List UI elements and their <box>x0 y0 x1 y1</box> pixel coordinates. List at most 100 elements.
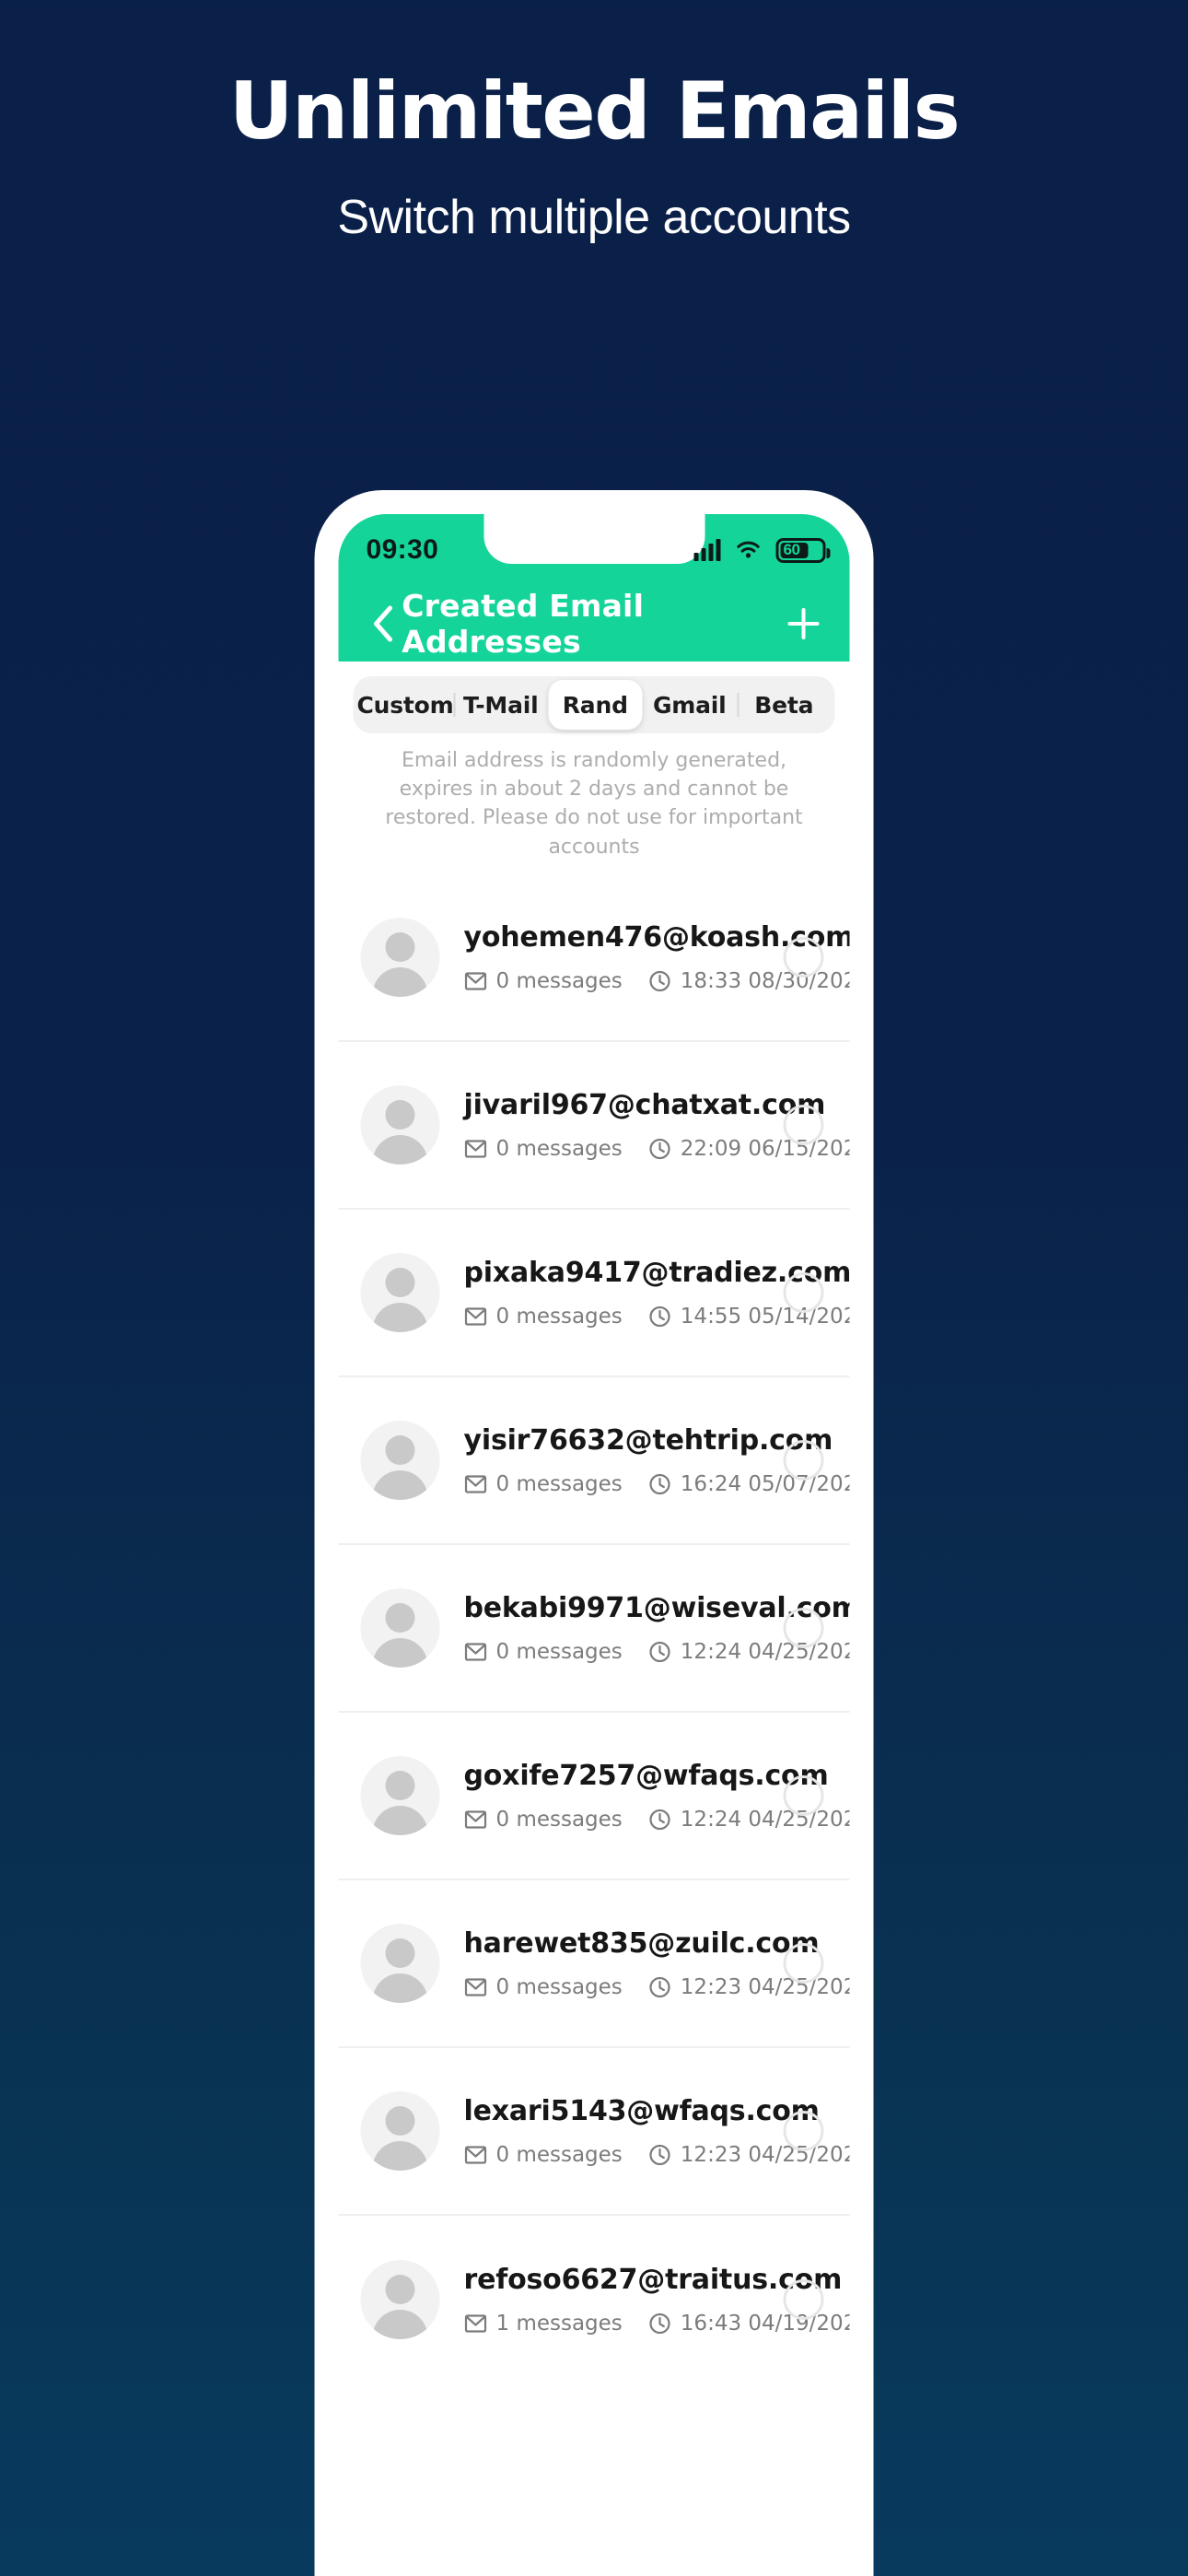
message-count-label: 0 messages <box>495 2142 623 2167</box>
tab-rand[interactable]: Rand <box>548 680 643 730</box>
message-count-label: 0 messages <box>495 1136 623 1161</box>
created-timestamp: 16:43 04/19/2023 <box>648 2312 850 2336</box>
email-address: jivaril967@chatxat.com <box>463 1088 826 1121</box>
radio-circle-icon[interactable] <box>783 2278 824 2320</box>
email-address: goxife7257@wfaqs.com <box>463 1759 829 1792</box>
status-bar: 09:30 60 <box>338 514 850 586</box>
timestamp-label: 14:55 05/14/2023 <box>680 1304 850 1329</box>
email-list-item[interactable]: pixaka9417@tradiez.com 0 messages 14:55 05… <box>338 1210 850 1377</box>
envelope-icon <box>464 1978 487 1996</box>
created-timestamp: 12:23 04/25/2023 <box>648 1975 850 1999</box>
avatar-placeholder-icon <box>360 1923 440 2003</box>
email-list[interactable]: yohemen476@koash.com 0 messages 18:33 08/3… <box>338 874 850 2576</box>
radio-circle-icon[interactable] <box>783 2110 824 2151</box>
timestamp-label: 22:09 06/15/2023 <box>680 1136 850 1161</box>
timestamp-label: 12:24 04/25/2023 <box>680 1807 850 1832</box>
email-list-item[interactable]: yohemen476@koash.com 0 messages 18:33 08/3… <box>338 874 850 1042</box>
email-address: harewet835@zuilc.com <box>463 1926 820 1960</box>
created-timestamp: 16:24 05/07/2023 <box>648 1472 850 1496</box>
message-count: 0 messages <box>464 1472 623 1496</box>
created-timestamp: 14:55 05/14/2023 <box>648 1305 850 1329</box>
tab-label: Rand <box>562 691 628 719</box>
tab-label: T-Mail <box>463 691 539 719</box>
tab-tmail[interactable]: T-Mail <box>453 680 549 730</box>
radio-circle-icon[interactable] <box>783 1104 824 1145</box>
email-row-meta: 0 messages 22:09 06/15/2023 <box>464 1137 850 1161</box>
battery-level: 60 <box>783 541 800 558</box>
email-row-body: refoso6627@traitus.com 1 messages 16:43 04… <box>440 2264 850 2336</box>
email-row-body: goxife7257@wfaqs.com 0 messages 12:24 04/2… <box>440 1759 850 1832</box>
tab-gmail[interactable]: Gmail <box>643 680 738 730</box>
status-bar-icons: 60 <box>693 537 831 563</box>
created-timestamp: 22:09 06/15/2023 <box>648 1137 850 1161</box>
avatar-placeholder-icon <box>360 1587 440 1668</box>
add-email-button[interactable] <box>785 603 822 645</box>
email-row-body: yohemen476@koash.com 0 messages 18:33 08/3… <box>440 921 850 993</box>
message-count: 0 messages <box>464 969 623 993</box>
email-row-body: bekabi9971@wiseval.com 0 messages 12:24 04… <box>440 1591 850 1664</box>
avatar-placeholder-icon <box>360 917 440 997</box>
radio-circle-icon[interactable] <box>783 1439 824 1481</box>
email-row-meta: 1 messages 16:43 04/19/2023 <box>464 2312 850 2336</box>
clock-icon <box>649 1306 670 1328</box>
phone-notch <box>483 514 705 564</box>
envelope-icon <box>464 1810 487 1829</box>
avatar-placeholder-icon <box>360 1252 440 1332</box>
timestamp-label: 16:24 05/07/2023 <box>680 1471 850 1496</box>
tab-beta[interactable]: Beta <box>737 680 832 730</box>
page-subtitle: Switch multiple accounts <box>337 190 851 244</box>
message-count-label: 0 messages <box>495 1974 623 1999</box>
email-row-meta: 0 messages 12:23 04/25/2023 <box>464 2142 850 2167</box>
clock-icon <box>649 2313 670 2335</box>
message-count: 0 messages <box>464 1305 623 1329</box>
radio-circle-icon[interactable] <box>783 1271 824 1313</box>
message-count: 0 messages <box>464 1808 623 1832</box>
email-row-body: pixaka9417@tradiez.com 0 messages 14:55 05… <box>440 1257 850 1329</box>
avatar-placeholder-icon <box>360 2090 440 2171</box>
email-address: bekabi9971@wiseval.com <box>463 1591 850 1624</box>
timestamp-label: 12:23 04/25/2023 <box>680 2142 850 2167</box>
email-list-item[interactable]: refoso6627@traitus.com 1 messages 16:43 04… <box>339 2216 850 2383</box>
back-button[interactable] <box>365 603 402 645</box>
message-count: 0 messages <box>464 1975 623 1999</box>
plus-icon <box>787 608 820 639</box>
avatar-placeholder-icon <box>360 1084 440 1165</box>
timestamp-label: 18:33 08/30/2023 <box>680 968 850 993</box>
radio-circle-icon[interactable] <box>783 936 824 978</box>
created-timestamp: 12:24 04/25/2023 <box>648 1808 850 1832</box>
status-bar-clock: 09:30 <box>366 534 439 565</box>
email-list-item[interactable]: lexari5143@wfaqs.com 0 messages 12:23 04/2… <box>338 2048 850 2216</box>
email-list-item[interactable]: goxife7257@wfaqs.com 0 messages 12:24 04/2… <box>338 1713 850 1880</box>
avatar-placeholder-icon <box>360 1420 440 1500</box>
email-address: yisir76632@tehtrip.com <box>463 1423 833 1457</box>
email-list-item[interactable]: yisir76632@tehtrip.com 0 messages 16:24 05… <box>338 1377 850 1545</box>
clock-icon <box>649 1976 670 1998</box>
app-bar: Created Email Addresses <box>338 586 850 662</box>
email-row-body: harewet835@zuilc.com 0 messages 12:23 04/2… <box>440 1926 850 1999</box>
created-timestamp: 12:24 04/25/2023 <box>648 1640 850 1664</box>
message-count-label: 0 messages <box>495 1639 623 1664</box>
radio-circle-icon[interactable] <box>783 1607 824 1648</box>
clock-icon <box>649 1641 670 1663</box>
tab-label: Custom <box>356 691 454 719</box>
email-list-item[interactable]: bekabi9971@wiseval.com 0 messages 12:24 04… <box>338 1545 850 1713</box>
timestamp-label: 12:23 04/25/2023 <box>680 1974 850 1999</box>
email-row-body: jivaril967@chatxat.com 0 messages 22:09 06… <box>440 1088 850 1161</box>
clock-icon <box>649 1473 670 1495</box>
radio-circle-icon[interactable] <box>783 1774 824 1816</box>
wifi-icon <box>737 541 760 558</box>
envelope-icon <box>464 2314 487 2333</box>
message-count: 0 messages <box>464 1640 623 1664</box>
signal-bars-icon <box>693 539 721 561</box>
envelope-icon <box>464 972 487 990</box>
chevron-left-icon <box>374 605 393 642</box>
email-row-meta: 0 messages 12:23 04/25/2023 <box>464 1975 850 1999</box>
email-list-item[interactable]: harewet835@zuilc.com 0 messages 12:23 04/2… <box>338 1880 850 2048</box>
timestamp-label: 12:24 04/25/2023 <box>680 1639 850 1664</box>
page-title: Unlimited Emails <box>228 65 961 158</box>
radio-circle-icon[interactable] <box>783 1942 824 1984</box>
email-list-item[interactable]: jivaril967@chatxat.com 0 messages 22:09 06… <box>338 1042 850 1210</box>
message-count: 0 messages <box>464 1137 623 1161</box>
email-address: lexari5143@wfaqs.com <box>463 2094 820 2127</box>
tab-custom[interactable]: Custom <box>357 680 454 730</box>
